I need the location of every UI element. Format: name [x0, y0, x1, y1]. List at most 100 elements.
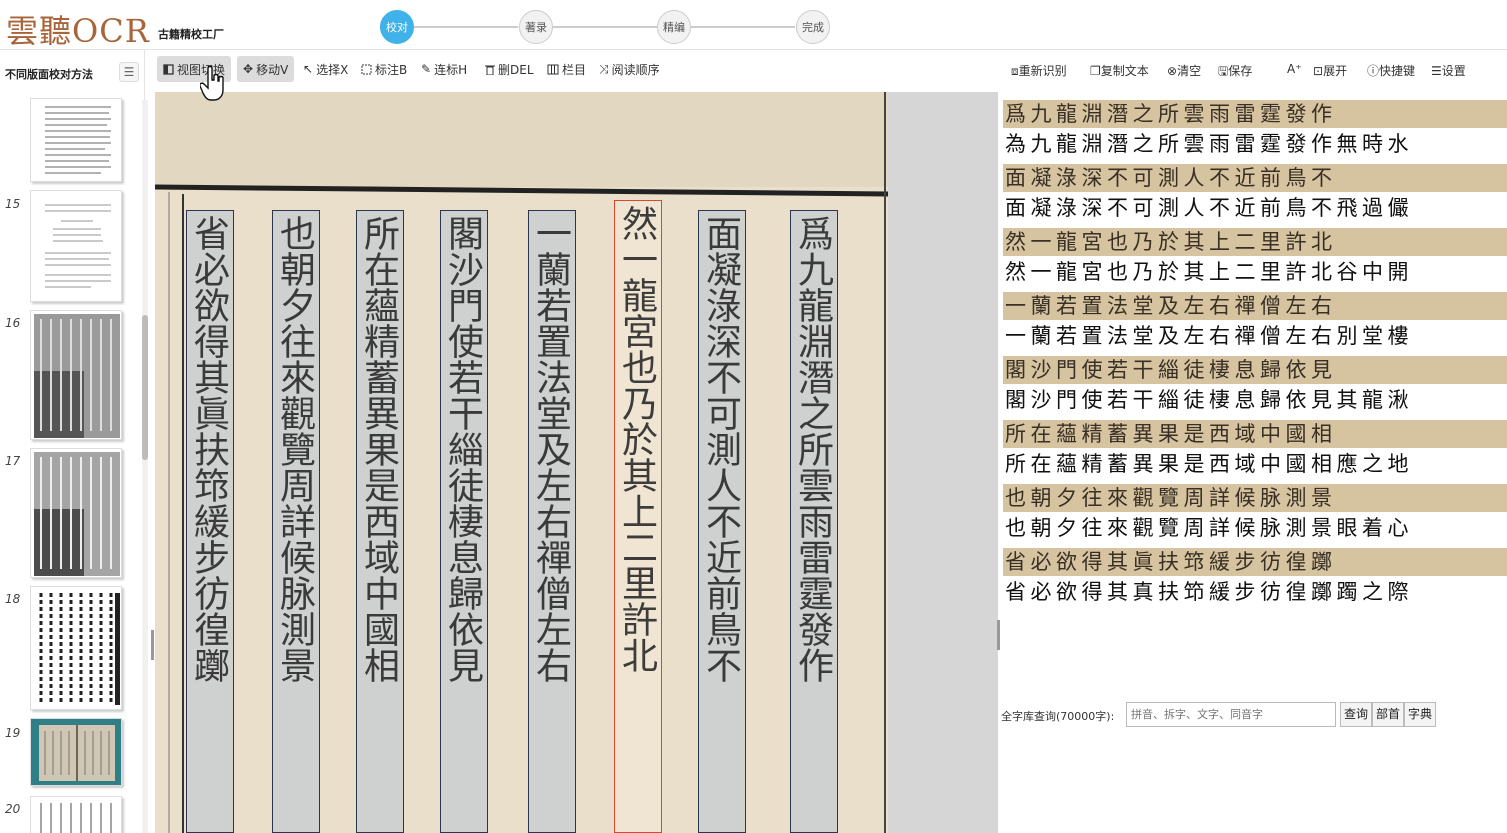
- ocr-line[interactable]: 一蘭若置法堂及左右禪僧左右別堂樓: [1003, 321, 1507, 351]
- select-label: 选择X: [316, 62, 349, 77]
- shortcuts-button[interactable]: ⓘ快捷键: [1367, 62, 1415, 79]
- ocr-line[interactable]: 然一龍宮也乃於其上二里許北谷中開: [1003, 257, 1507, 287]
- menu-icon[interactable]: ☰: [119, 62, 139, 82]
- text-column-box[interactable]: 閣沙門使若干緇徒棲息歸依見: [440, 210, 488, 833]
- settings-button[interactable]: ☰设置: [1431, 62, 1466, 79]
- search-input[interactable]: [1126, 702, 1336, 727]
- settings-label: 设置: [1441, 64, 1466, 78]
- selected-text-column-box[interactable]: 然一龍宮也乃於其上二里許北: [614, 200, 662, 833]
- column-glyphs: 省必欲得其眞扶筇緩步彷徨躑: [188, 215, 229, 683]
- page-thumbnail[interactable]: [30, 190, 122, 302]
- text-column-box[interactable]: 爲九龍淵潛之所雲雨雷霆發作: [790, 210, 838, 833]
- text-column-box[interactable]: 一蘭若置法堂及左右禪僧左右: [528, 210, 576, 833]
- copy-icon: ❐: [1090, 64, 1101, 78]
- calligraphy-page-preview: [39, 593, 120, 705]
- clear-label: 清空: [1177, 64, 1202, 78]
- select-icon: ↖: [303, 62, 314, 76]
- column-glyphs: 爲九龍淵潛之所雲雨雷霆發作: [792, 215, 833, 683]
- view-switch-icon: [163, 63, 174, 75]
- page-thumbnail[interactable]: [30, 586, 122, 710]
- column-button[interactable]: 栏目: [541, 56, 592, 82]
- line-image-strip: 面凝淥深不可測人不近前鳥不: [1003, 164, 1507, 192]
- ocr-text-panel[interactable]: 爲九龍淵潛之所雲雨雷霆發作 為九龍淵潛之所雲雨雷霆發作無時水 面凝淥深不可測人不…: [1003, 100, 1507, 610]
- step-catalog[interactable]: 著录: [519, 10, 553, 44]
- panel-resizer[interactable]: [997, 620, 1000, 650]
- line-image-strip: 也朝夕往來觀覽周詳候脉測景: [1003, 484, 1507, 512]
- column-glyphs: 面凝淥深不可測人不近前鳥不: [700, 215, 741, 683]
- info-icon: ⓘ: [1367, 64, 1380, 78]
- ocr-line[interactable]: 面凝淥深不可測人不近前鳥不飛過儼: [1003, 193, 1507, 223]
- step-proofread[interactable]: 校对: [380, 10, 414, 44]
- page-thumbnail[interactable]: [30, 98, 122, 182]
- query-button[interactable]: 查询: [1340, 702, 1373, 727]
- scan-image-viewer[interactable]: [155, 92, 888, 833]
- trash-icon: [485, 65, 495, 75]
- annotate-button[interactable]: 标注B: [355, 56, 413, 82]
- ocr-line[interactable]: 為九龍淵潛之所雲雨雷霆發作無時水: [1003, 129, 1507, 159]
- chain-annotate-button[interactable]: ✎ 连标H: [415, 56, 473, 82]
- dictionary-button[interactable]: 字典: [1404, 702, 1437, 727]
- logo-subtitle: 古籍精校工厂: [158, 28, 224, 41]
- image-toolbar: 视图切换 ✥ 移动V ↖ 选择X 标注B ✎ 连标H 删DEL 栏目 ⤨ 阅读顺…: [155, 52, 888, 86]
- page-scan-background: [155, 92, 888, 833]
- expand-button[interactable]: ⊡展开: [1313, 62, 1347, 79]
- ocr-line[interactable]: 所在蘊精蓄異果是西域中國相應之地: [1003, 449, 1507, 479]
- app-window: 雲聽OCR 古籍精校工厂 校对 著录 精编 完成 不同版面校对方法 ☰ 15 1…: [0, 0, 1507, 833]
- column-icon: [547, 64, 559, 74]
- line-image-strip: 然一龍宮也乃於其上二里許北: [1003, 228, 1507, 256]
- column-glyphs: 也朝夕往來觀覽周詳候脉測景: [274, 215, 315, 683]
- dictionary-search-bar: 全字库查询(70000字): 查询 部首 字典: [1000, 700, 1507, 730]
- text-column-box[interactable]: 省必欲得其眞扶筇緩步彷徨躑: [186, 210, 234, 833]
- font-size-button[interactable]: A⁺: [1287, 62, 1302, 76]
- annotate-icon: [361, 64, 372, 74]
- rerecognize-label: 重新识别: [1018, 64, 1067, 78]
- clear-button[interactable]: ⊗清空: [1167, 62, 1201, 79]
- copy-text-button[interactable]: ❐复制文本: [1090, 62, 1149, 79]
- text-page-preview: [45, 204, 111, 288]
- pen-icon: ✎: [421, 62, 432, 76]
- annotate-label: 标注B: [375, 62, 408, 77]
- header: 雲聽OCR 古籍精校工厂 校对 著录 精编 完成: [0, 0, 1507, 50]
- text-column-box[interactable]: 面凝淥深不可測人不近前鳥不: [698, 210, 746, 833]
- column-glyphs: 然一龍宮也乃於其上二里許北: [616, 205, 657, 673]
- page-number: 18: [5, 592, 21, 606]
- logo: 雲聽OCR: [6, 12, 150, 50]
- step-done[interactable]: 完成: [796, 10, 830, 44]
- ocr-line[interactable]: 閣沙門使若干緇徒棲息歸依見其龍湫: [1003, 385, 1507, 415]
- search-label: 全字库查询(70000字):: [1001, 710, 1115, 723]
- ocr-line[interactable]: 也朝夕往來觀覽周詳候脉測景眼着心: [1003, 513, 1507, 543]
- text-column-box[interactable]: 所在蘊精蓄異果是西域中國相: [356, 210, 404, 833]
- reading-order-label: 阅读顺序: [611, 62, 660, 77]
- step-edit[interactable]: 精编: [657, 10, 691, 44]
- save-label: 保存: [1228, 64, 1253, 78]
- ocr-line[interactable]: 省必欲得其真扶笻緩步彷徨躑躅之際: [1003, 577, 1507, 607]
- step-connector: [691, 26, 795, 28]
- rerecognize-icon: ⧈: [1011, 64, 1019, 78]
- select-button[interactable]: ↖ 选择X: [297, 56, 354, 82]
- step-connector: [553, 26, 657, 28]
- page-number: 16: [5, 316, 21, 330]
- page-thumbnail[interactable]: [30, 718, 122, 786]
- page-thumbnail[interactable]: [30, 310, 122, 440]
- line-image-strip: 所在蘊精蓄異果是西域中國相: [1003, 420, 1507, 448]
- text-column-box[interactable]: 也朝夕往來觀覽周詳候脉測景: [272, 210, 320, 833]
- page-thumbnail[interactable]: [30, 448, 122, 578]
- expand-icon: ⊡: [1313, 64, 1324, 78]
- line-image-strip: 閣沙門使若干緇徒棲息歸依見: [1003, 356, 1507, 384]
- line-image-strip: 爲九龍淵潛之所雲雨雷霆發作: [1003, 100, 1507, 128]
- page-thumbnail[interactable]: [30, 796, 122, 833]
- rerecognize-button[interactable]: ⧈重新识别: [1011, 62, 1067, 79]
- delete-button[interactable]: 删DEL: [479, 56, 540, 82]
- radical-button[interactable]: 部首: [1372, 702, 1405, 727]
- thumbnail-scrollbar-track[interactable]: [142, 100, 148, 833]
- column-label: 栏目: [562, 62, 587, 77]
- left-panel-resizer[interactable]: [151, 630, 154, 660]
- page-number: 19: [5, 726, 21, 740]
- move-button[interactable]: ✥ 移动V: [237, 56, 295, 82]
- save-button[interactable]: 🖫保存: [1218, 62, 1252, 83]
- thumbnail-scrollbar-thumb[interactable]: [142, 315, 148, 460]
- move-icon: ✥: [243, 62, 254, 76]
- progress-steps: 校对 著录 精编 完成: [380, 10, 830, 44]
- reading-order-button[interactable]: ⤨ 阅读顺序: [593, 56, 666, 82]
- page-number: 17: [5, 454, 21, 468]
